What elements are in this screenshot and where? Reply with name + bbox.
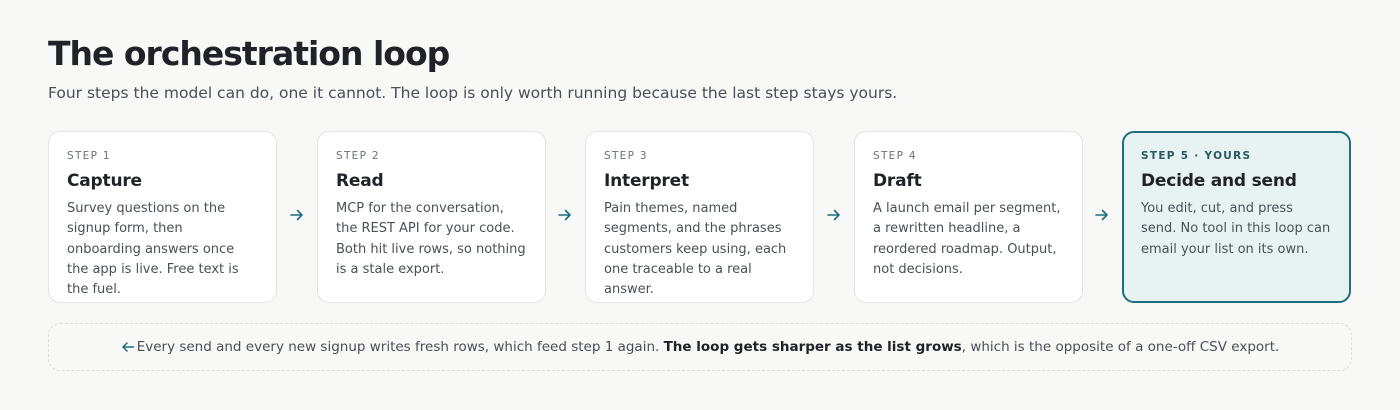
step-title: Decide and send — [1141, 171, 1297, 191]
step-card-capture: STEP 1 Capture Survey questions on the s… — [48, 131, 277, 303]
page-title: The orchestration loop — [48, 34, 450, 73]
step-label: STEP 3 — [604, 150, 648, 162]
loop-note-text: Every send and every new signup writes f… — [136, 339, 664, 355]
steps-row: STEP 1 Capture Survey questions on the s… — [48, 131, 1352, 303]
arrow-right-icon — [1094, 207, 1110, 223]
arrow-left-icon — [121, 340, 135, 354]
arrow-right-icon — [826, 207, 842, 223]
step-description: You edit, cut, and press send. No tool i… — [1141, 201, 1331, 257]
step-title: Interpret — [604, 171, 689, 191]
loop-back-note: Every send and every new signup writes f… — [48, 323, 1352, 371]
step-description: Survey questions on the signup form, the… — [67, 201, 239, 298]
loop-note-emphasis: The loop gets sharper as the list grows — [663, 339, 962, 355]
step-description: Pain themes, named segments, and the phr… — [604, 201, 787, 298]
step-label: STEP 1 — [67, 150, 111, 162]
step-label: STEP 2 — [336, 150, 380, 162]
page-subtitle: Four steps the model can do, one it cann… — [48, 84, 898, 102]
arrow-right-icon — [557, 207, 573, 223]
step-card-interpret: STEP 3 Interpret Pain themes, named segm… — [585, 131, 814, 303]
step-title: Capture — [67, 171, 142, 191]
step-label: STEP 4 — [873, 150, 917, 162]
step-label: STEP 5 · YOURS — [1141, 150, 1252, 162]
step-card-read: STEP 2 Read MCP for the conversation, th… — [317, 131, 546, 303]
arrow-right-icon — [289, 207, 305, 223]
step-title: Draft — [873, 171, 922, 191]
step-card-decide-and-send: STEP 5 · YOURS Decide and send You edit,… — [1122, 131, 1351, 303]
step-description: A launch email per segment, a rewritten … — [873, 201, 1061, 277]
step-description: MCP for the conversation, the REST API f… — [336, 201, 526, 277]
step-title: Read — [336, 171, 384, 191]
step-card-draft: STEP 4 Draft A launch email per segment,… — [854, 131, 1083, 303]
loop-note-text-end: , which is the opposite of a one-off CSV… — [961, 339, 1280, 355]
